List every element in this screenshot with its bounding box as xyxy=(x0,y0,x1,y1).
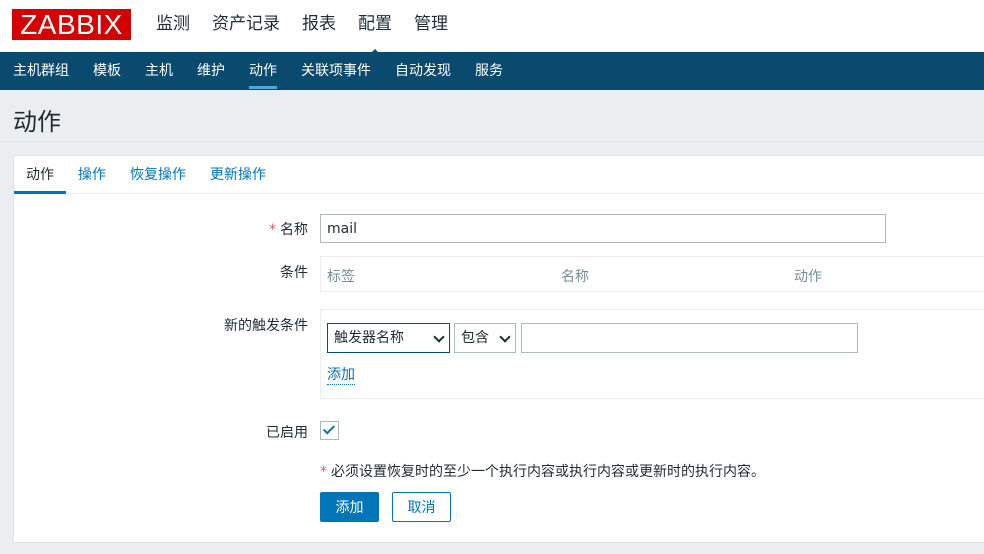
required-note: * 必须设置恢复时的至少一个执行内容或执行内容或更新时的执行内容。 xyxy=(320,461,765,481)
top-bar: ZABBIX 监测 资产记录 报表 配置 管理 xyxy=(0,0,984,56)
condition-operator-select[interactable]: 包含 xyxy=(454,323,516,353)
conditions-header-label: 标签 xyxy=(327,269,355,285)
tab-operations[interactable]: 操作 xyxy=(66,156,118,193)
conditions-label: 条件 xyxy=(280,265,308,281)
sub-nav-item-maintenance[interactable]: 维护 xyxy=(197,52,225,90)
cancel-button[interactable]: 取消 xyxy=(392,492,451,522)
tab-recovery-operations[interactable]: 恢复操作 xyxy=(118,156,198,193)
conditions-header-name: 名称 xyxy=(561,269,589,285)
sub-nav: 主机群组 模板 主机 维护 动作 关联项事件 自动发现 服务 xyxy=(0,52,984,90)
condition-operator-value: 包含 xyxy=(461,330,489,346)
sub-nav-item-services[interactable]: 服务 xyxy=(475,52,503,90)
main-nav-item-configuration[interactable]: 配置 xyxy=(358,0,392,56)
sub-nav-item-correlation[interactable]: 关联项事件 xyxy=(301,52,371,90)
name-input[interactable] xyxy=(320,214,886,243)
conditions-table: 标签 名称 动作 xyxy=(320,256,984,292)
chevron-down-icon xyxy=(499,331,511,343)
new-condition-label: 新的触发条件 xyxy=(224,318,308,334)
main-nav-item-reports[interactable]: 报表 xyxy=(302,0,336,52)
enabled-label: 已启用 xyxy=(266,425,308,441)
name-label: * 名称 xyxy=(164,219,308,239)
condition-value-input[interactable] xyxy=(521,323,858,353)
action-form-panel: 动作 操作 恢复操作 更新操作 *名称 条件 标签 名称 动作 新的触发条件 触… xyxy=(13,155,984,543)
form-tabs: 动作 操作 恢复操作 更新操作 xyxy=(14,156,984,194)
name-label-text: 名称 xyxy=(280,222,308,238)
sub-nav-item-hosts[interactable]: 主机 xyxy=(145,52,173,90)
condition-type-value: 触发器名称 xyxy=(334,330,404,346)
required-mark: * xyxy=(320,464,327,480)
main-nav-item-monitoring[interactable]: 监测 xyxy=(156,0,190,52)
condition-type-select[interactable]: 触发器名称 xyxy=(327,323,450,353)
new-condition-box: 触发器名称 包含 添加 xyxy=(320,309,984,399)
main-nav-item-inventory[interactable]: 资产记录 xyxy=(212,0,280,52)
sub-nav-item-discovery[interactable]: 自动发现 xyxy=(395,52,451,90)
sub-nav-item-host-groups[interactable]: 主机群组 xyxy=(13,52,69,90)
sub-nav-item-actions[interactable]: 动作 xyxy=(249,52,277,90)
enabled-checkbox[interactable] xyxy=(320,421,339,440)
zabbix-logo[interactable]: ZABBIX xyxy=(12,9,131,40)
checkmark-icon xyxy=(322,422,336,435)
required-note-text: 必须设置恢复时的至少一个执行内容或执行内容或更新时的执行内容。 xyxy=(331,464,765,480)
add-condition-link[interactable]: 添加 xyxy=(327,367,355,385)
main-nav: 监测 资产记录 报表 配置 管理 xyxy=(156,0,470,56)
add-button[interactable]: 添加 xyxy=(320,492,379,522)
sub-nav-item-templates[interactable]: 模板 xyxy=(93,52,121,90)
chevron-down-icon xyxy=(433,331,445,343)
page-header: 动作 xyxy=(0,90,984,142)
required-mark: * xyxy=(269,222,276,238)
main-nav-item-administration[interactable]: 管理 xyxy=(414,0,448,52)
tab-action[interactable]: 动作 xyxy=(14,156,66,194)
page-title: 动作 xyxy=(13,108,61,136)
tab-update-operations[interactable]: 更新操作 xyxy=(198,156,278,193)
conditions-header-action: 动作 xyxy=(794,269,822,285)
